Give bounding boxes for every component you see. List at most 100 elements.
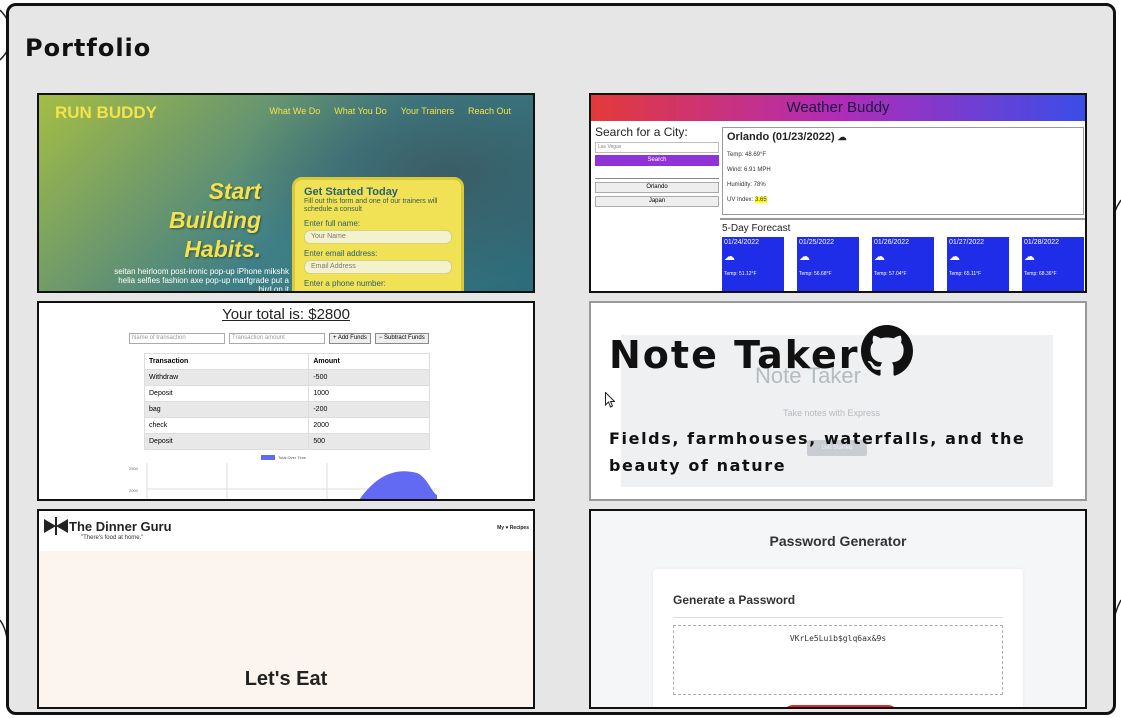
table-cell: -500 (308, 369, 430, 386)
forecast-day: 01/24/2022 ☁ Temp: 51.12°F (722, 237, 784, 291)
current-uv: UV Index: 3.65 (727, 197, 1079, 203)
form-title: Get Started Today (304, 186, 398, 198)
forecast-date: 01/28/2022 (1024, 239, 1060, 246)
nav-link: Reach Out (467, 106, 511, 116)
transactions-table: Transaction Amount Withdraw -500 Deposit 10… (143, 353, 430, 450)
project-card-dinner-guru[interactable]: The Dinner Guru "There's food at home." … (37, 509, 535, 709)
forecast-day: 01/26/2022 ☁ Temp: 57.04°F (872, 237, 934, 291)
forecast-day: 01/27/2022 ☁ Temp: 65.11°F (947, 237, 1009, 291)
add-funds-button: + Add Funds (329, 333, 371, 344)
forecast-temp: Temp: 51.12°F (724, 271, 757, 277)
forecast-temp: Temp: 56.68°F (799, 271, 832, 277)
current-temp: Temp: 48.69°F (727, 152, 767, 158)
table-row: bag -200 (143, 401, 430, 418)
forecast-title: 5-Day Forecast (722, 223, 791, 234)
project-description: Fields, farmhouses, waterfalls, and the … (609, 429, 1026, 475)
phone-label: Enter a phone number: (304, 279, 386, 288)
cloud-icon: ☁ (949, 251, 960, 263)
budget-total: Your total is: $2800 (222, 306, 350, 323)
table-cell: 2000 (308, 417, 430, 434)
divider (720, 218, 1085, 220)
table-header-row: Transaction Amount (143, 353, 430, 370)
dinner-logo: The Dinner Guru (69, 519, 172, 534)
project-card-budget-tracker[interactable]: Your total is: $2800 Name of transaction… (37, 301, 535, 501)
forecast-day: 01/25/2022 ☁ Temp: 56.68°F (797, 237, 859, 291)
cloud-icon: ☁ (837, 132, 847, 142)
table-cell: Deposit (143, 433, 310, 450)
forecast-date: 01/24/2022 (724, 239, 760, 246)
portfolio-title: Portfolio (25, 34, 152, 62)
run-buddy-form: Get Started Today Fill out this form and… (292, 177, 464, 291)
table-cell: check (143, 417, 310, 434)
project-card-run-buddy[interactable]: RUN BUDDY What We Do What You Do Your Tr… (37, 93, 535, 293)
password-card: Generate a Password VKrLe5Luib$glq6ax&9s (653, 569, 1023, 707)
uv-label: UV Index: (727, 197, 754, 203)
password-title: Password Generator (769, 533, 907, 549)
headline-line: Habits. (184, 236, 261, 262)
cloud-icon: ☁ (874, 251, 885, 263)
run-buddy-logo: RUN BUDDY (55, 103, 157, 122)
chart-legend: Total Over Time (261, 455, 306, 461)
run-buddy-hero: RUN BUDDY What We Do What You Do Your Tr… (39, 95, 533, 291)
forecast-temp: Temp: 68.36°F (1024, 271, 1057, 277)
table-cell: bag (143, 401, 310, 418)
portfolio-panel: Portfolio RUN BUDDY What We Do What You … (6, 3, 1116, 715)
project-card-weather-buddy[interactable]: Weather Buddy Search for a City: Las Veg… (589, 93, 1087, 293)
table-row: Withdraw -500 (143, 369, 430, 386)
search-label: Search for a City: (595, 125, 688, 139)
forecast-date: 01/27/2022 (949, 239, 985, 246)
table-cell: Deposit (143, 385, 310, 402)
forecast-temp: Temp: 65.11°F (949, 271, 982, 277)
weather-search-panel: Search for a City: Las Vegas Search Orla… (595, 125, 719, 207)
nav-link: Your Trainers (400, 106, 454, 116)
column-header: Amount (308, 353, 430, 370)
subtract-funds-button: − Subtract Funds (374, 333, 429, 344)
current-wind: Wind: 6.91 MPH (727, 167, 771, 173)
table-cell: 1000 (308, 385, 430, 402)
history-button: Orlando (595, 182, 719, 193)
password-output: VKrLe5Luib$glq6ax&9s (673, 625, 1003, 695)
search-button: Search (595, 155, 719, 166)
password-card-title: Generate a Password (673, 593, 796, 607)
table-cell: Withdraw (143, 369, 310, 386)
total-over-time-chart: 2500 2000 (129, 463, 437, 499)
current-weather: Orlando (01/23/2022) ☁ Temp: 48.69°F Win… (722, 127, 1084, 215)
forecast-date: 01/25/2022 (799, 239, 835, 246)
github-icon[interactable] (861, 325, 913, 377)
generate-button (783, 705, 898, 707)
transaction-amount-field: Transaction amount (229, 333, 325, 344)
y-tick: 2500 (129, 466, 139, 471)
project-title: Note Taker (609, 333, 860, 377)
forecast-temp: Temp: 57.04°F (874, 271, 907, 277)
history-button: Japan (595, 196, 719, 207)
table-cell: 500 (308, 433, 430, 450)
name-field: Your Name (304, 230, 452, 244)
current-city: Orlando (01/23/2022) ☁ (727, 131, 1079, 143)
cloud-icon: ☁ (799, 251, 810, 263)
city-search-field: Las Vegas (595, 142, 719, 153)
run-buddy-body: seitan heirloom post-ironic pop-up iPhon… (114, 267, 289, 293)
weather-header: Weather Buddy (591, 95, 1085, 121)
forecast-days: 01/24/2022 ☁ Temp: 51.12°F 01/25/2022 ☁ Temp… (722, 237, 1084, 291)
table-row: check 2000 (143, 417, 430, 434)
uv-value: 3.65 (755, 197, 767, 203)
name-label: Enter full name: (304, 219, 361, 228)
lets-eat-heading: Let's Eat (244, 668, 328, 690)
nav-link: What We Do (269, 106, 321, 116)
table-row: Deposit 1000 (143, 385, 430, 402)
project-card-password-generator[interactable]: Password Generator Generate a Password V… (589, 509, 1087, 709)
budget-form: Name of transaction Transaction amount +… (129, 333, 429, 344)
project-card-note-taker[interactable]: Note Taker Take notes with Express Get S… (589, 301, 1087, 501)
fork-knife-icon (44, 517, 68, 535)
form-subtitle: Fill out this form and one of our traine… (304, 198, 438, 213)
nav-link: What You Do (334, 106, 387, 116)
divider (595, 178, 719, 179)
email-label: Enter email address: (304, 249, 378, 258)
table-cell: -200 (308, 401, 430, 418)
column-header: Transaction (143, 353, 310, 370)
headline-line: Start (208, 178, 261, 204)
city-date: Orlando (01/23/2022) (727, 131, 835, 143)
email-field: Email Address (304, 260, 452, 274)
screenshot-subtitle: Take notes with Express (783, 408, 881, 418)
forecast-day: 01/28/2022 ☁ Temp: 68.36°F (1022, 237, 1084, 291)
